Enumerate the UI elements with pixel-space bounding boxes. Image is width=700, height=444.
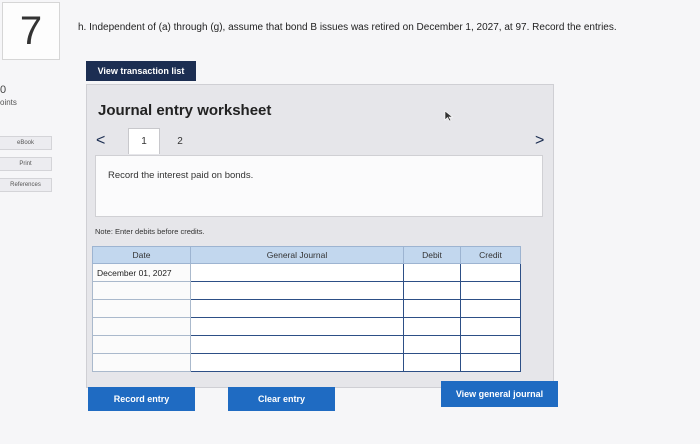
date-cell[interactable] [92,281,191,300]
credit-input[interactable] [460,317,521,336]
question-number: 7 [19,8,43,53]
journal-table: Date General Journal Debit Credit Decemb… [92,246,521,372]
debit-column-header: Debit [403,246,461,264]
account-input[interactable] [190,263,404,282]
account-input[interactable] [190,281,404,300]
record-entry-button[interactable]: Record entry [88,387,195,411]
view-transaction-list-button[interactable]: View transaction list [86,61,196,81]
table-row [92,317,521,336]
question-text: h. Independent of (a) through (g), assum… [78,22,617,33]
next-entry-button[interactable]: > [535,132,544,150]
debit-input[interactable] [403,281,461,300]
debit-input[interactable] [403,263,461,282]
date-cell[interactable]: December 01, 2027 [92,263,191,282]
tab-entry-1[interactable]: 1 [128,128,160,154]
points-value: 0 [0,84,7,96]
account-input[interactable] [190,317,404,336]
general-journal-column-header: General Journal [190,246,404,264]
date-cell[interactable] [92,299,191,318]
debit-input[interactable] [403,353,461,372]
table-row [92,281,521,300]
date-column-header: Date [92,246,191,264]
credit-column-header: Credit [460,246,521,264]
question-number-box: 7 [2,2,60,60]
points-label: oints [0,98,17,107]
instruction-box: Record the interest paid on bonds. [95,155,543,217]
table-row [92,299,521,318]
mouse-cursor-icon [444,110,454,122]
worksheet-title: Journal entry worksheet [98,102,272,119]
instruction-text: Record the interest paid on bonds. [108,170,254,181]
debit-input[interactable] [403,317,461,336]
tab-entry-2[interactable]: 2 [164,128,196,154]
credit-input[interactable] [460,281,521,300]
note-text: Note: Enter debits before credits. [95,227,205,236]
table-row [92,353,521,372]
previous-entry-button[interactable]: < [96,132,105,150]
ebook-link[interactable]: eBook [0,136,52,150]
credit-input[interactable] [460,335,521,354]
references-link[interactable]: References [0,178,52,192]
table-header-row: Date General Journal Debit Credit [92,246,521,264]
credit-input[interactable] [460,299,521,318]
table-row [92,335,521,354]
clear-entry-button[interactable]: Clear entry [228,387,335,411]
print-link[interactable]: Print [0,157,52,171]
debit-input[interactable] [403,299,461,318]
table-row: December 01, 2027 [92,263,521,282]
account-input[interactable] [190,335,404,354]
date-cell[interactable] [92,353,191,372]
credit-input[interactable] [460,263,521,282]
account-input[interactable] [190,353,404,372]
view-general-journal-button[interactable]: View general journal [441,381,558,407]
credit-input[interactable] [460,353,521,372]
date-cell[interactable] [92,317,191,336]
date-cell[interactable] [92,335,191,354]
account-input[interactable] [190,299,404,318]
debit-input[interactable] [403,335,461,354]
